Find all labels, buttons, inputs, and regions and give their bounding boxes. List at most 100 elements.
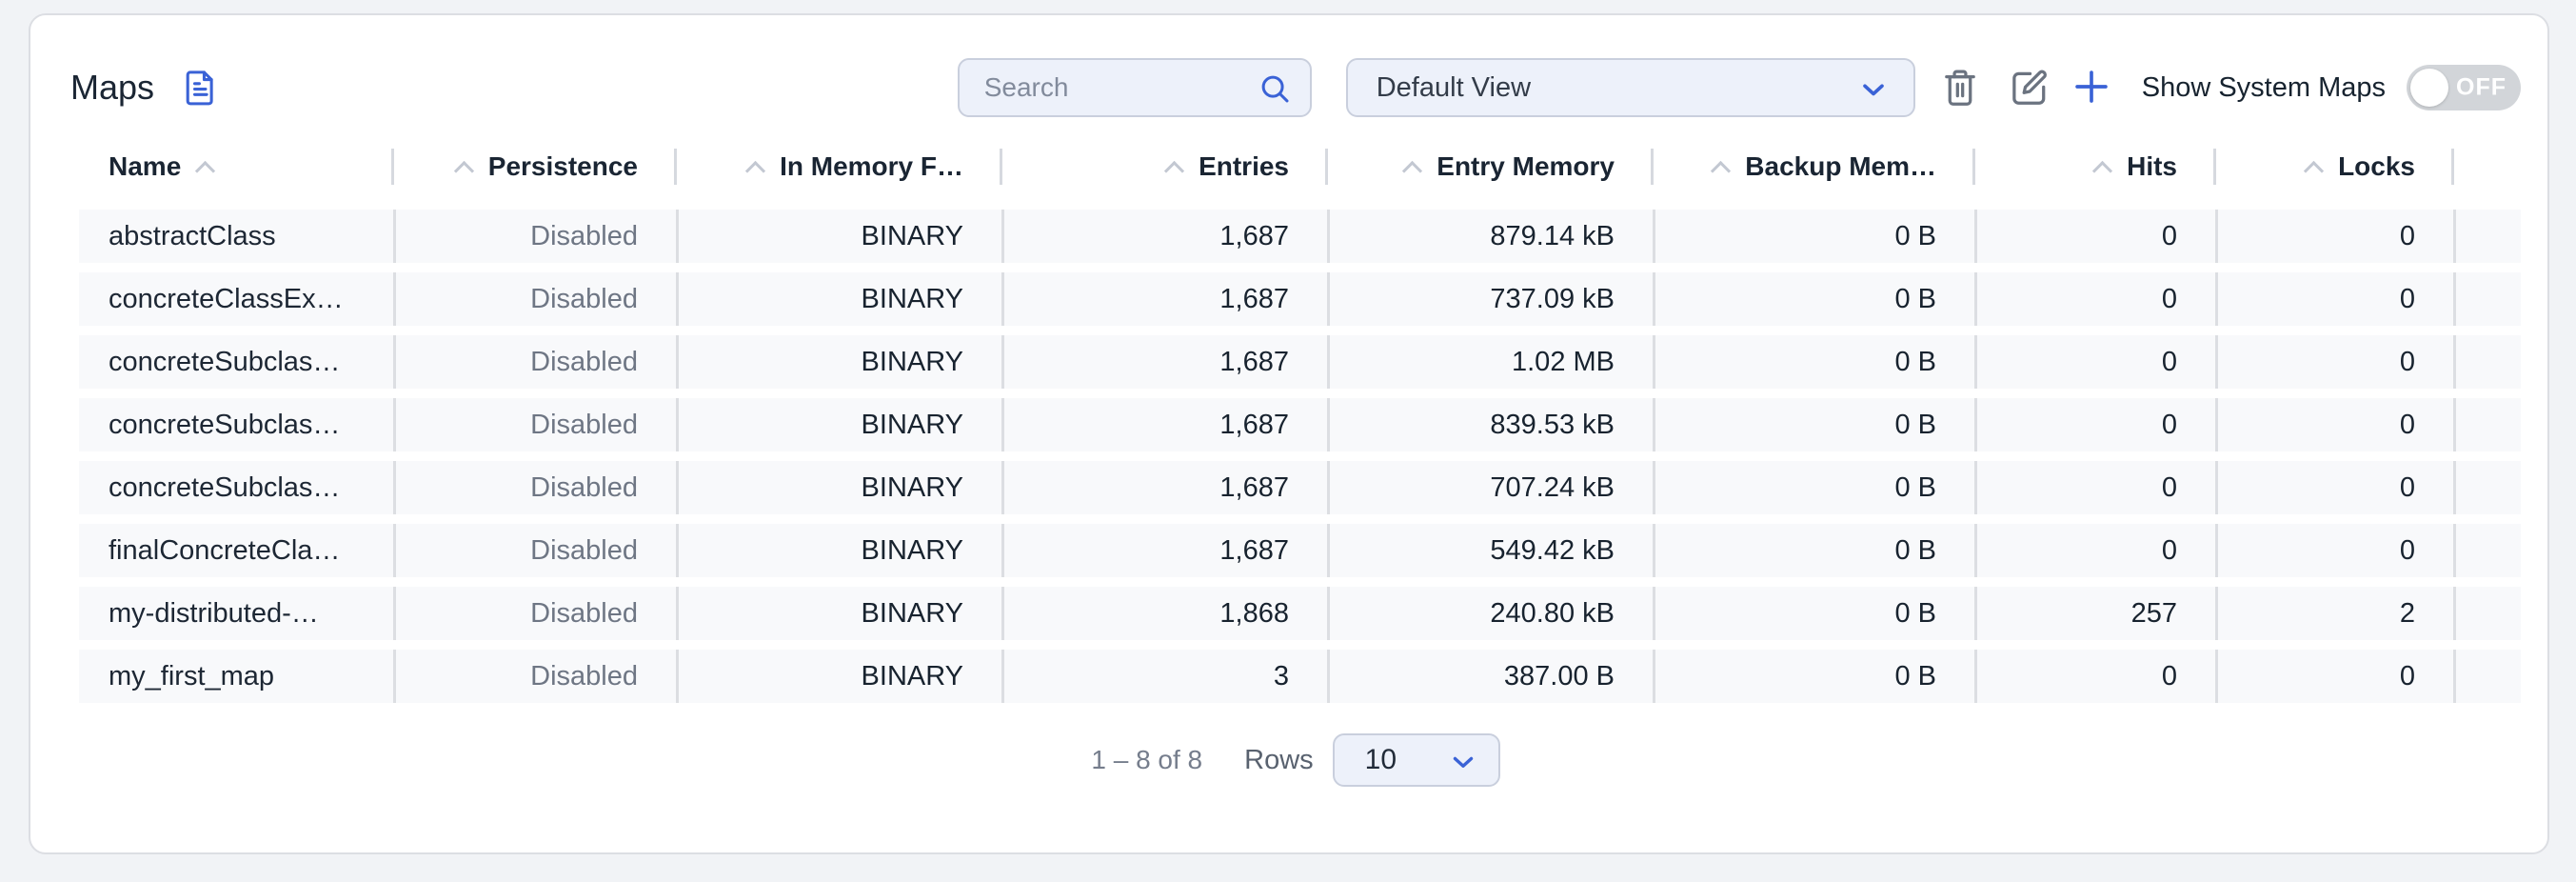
cell-hits: 0 bbox=[1974, 398, 2215, 451]
cell-backup-mem: 0 B bbox=[1653, 524, 1974, 577]
column-header-entry-memory[interactable]: Entry Memory bbox=[1327, 137, 1653, 196]
cell-hits: 0 bbox=[1974, 650, 2215, 703]
column-header-name[interactable]: Name bbox=[79, 137, 393, 196]
cell-persistence: Disabled bbox=[393, 461, 676, 514]
cell-name: finalConcreteCla… bbox=[79, 524, 393, 577]
toggle-knob bbox=[2410, 69, 2448, 107]
cell-entries: 3 bbox=[1001, 650, 1327, 703]
search-icon[interactable] bbox=[1257, 70, 1293, 107]
page-title: Maps bbox=[70, 68, 154, 108]
cell-locks: 0 bbox=[2215, 398, 2453, 451]
cell-in-memory-f: BINARY bbox=[676, 587, 1001, 640]
cell-backup-mem: 0 B bbox=[1653, 650, 1974, 703]
maps-table: NamePersistenceIn Memory F…Entries Entry … bbox=[79, 137, 2521, 703]
column-header-locks[interactable]: Locks bbox=[2215, 137, 2453, 196]
cell-backup-mem: 0 B bbox=[1653, 587, 1974, 640]
cell-name: concreteSubclas… bbox=[79, 335, 393, 389]
column-header-entries[interactable]: Entries bbox=[1001, 137, 1327, 196]
cell-spacer bbox=[2453, 587, 2521, 640]
cell-name: my_first_map bbox=[79, 650, 393, 703]
sort-caret-icon bbox=[454, 160, 474, 180]
cell-entries: 1,687 bbox=[1001, 398, 1327, 451]
cell-name: my-distributed-… bbox=[79, 587, 393, 640]
cell-name: concreteClassEx… bbox=[79, 272, 393, 326]
toolbar-controls: Default View bbox=[958, 58, 2521, 117]
table-header: NamePersistenceIn Memory F…Entries Entry … bbox=[79, 137, 2521, 196]
cell-name: abstractClass bbox=[79, 210, 393, 263]
cell-in-memory-f: BINARY bbox=[676, 650, 1001, 703]
cell-locks: 0 bbox=[2215, 524, 2453, 577]
cell-spacer bbox=[2453, 650, 2521, 703]
table-row[interactable]: my_first_mapDisabledBINARY3387.00 B0 B00 bbox=[79, 650, 2521, 703]
table-row[interactable]: concreteSubclas…DisabledBINARY1,687839.5… bbox=[79, 398, 2521, 451]
cell-entry-memory: 879.14 kB bbox=[1327, 210, 1653, 263]
cell-hits: 0 bbox=[1974, 524, 2215, 577]
cell-in-memory-f: BINARY bbox=[676, 272, 1001, 326]
sort-caret-icon bbox=[1711, 160, 1731, 180]
maps-panel: Maps Default Vi bbox=[29, 13, 2549, 854]
plus-icon bbox=[2070, 65, 2113, 111]
cell-locks: 0 bbox=[2215, 335, 2453, 389]
column-label: Backup Mem… bbox=[1745, 151, 1936, 182]
table-row[interactable]: my-distributed-…DisabledBINARY1,868240.8… bbox=[79, 587, 2521, 640]
table-row[interactable]: finalConcreteCla…DisabledBINARY1,687549.… bbox=[79, 524, 2521, 577]
cell-entries: 1,687 bbox=[1001, 524, 1327, 577]
pagination-range: 1 – 8 of 8 bbox=[1091, 745, 1202, 775]
table-row[interactable]: abstractClassDisabledBINARY1,687879.14 k… bbox=[79, 210, 2521, 263]
cell-in-memory-f: BINARY bbox=[676, 210, 1001, 263]
cell-entry-memory: 549.42 kB bbox=[1327, 524, 1653, 577]
column-header-hits[interactable]: Hits bbox=[1974, 137, 2215, 196]
search-box bbox=[958, 58, 1312, 117]
column-label: Hits bbox=[2127, 151, 2177, 182]
cell-entries: 1,687 bbox=[1001, 272, 1327, 326]
cell-persistence: Disabled bbox=[393, 210, 676, 263]
cell-backup-mem: 0 B bbox=[1653, 335, 1974, 389]
table-row[interactable]: concreteClassEx…DisabledBINARY1,687737.0… bbox=[79, 272, 2521, 326]
table-row[interactable]: concreteSubclas…DisabledBINARY1,6871.02 … bbox=[79, 335, 2521, 389]
cell-in-memory-f: BINARY bbox=[676, 398, 1001, 451]
cell-spacer bbox=[2453, 524, 2521, 577]
column-label: Locks bbox=[2338, 151, 2415, 182]
table-row[interactable]: concreteSubclas…DisabledBINARY1,687707.2… bbox=[79, 461, 2521, 514]
cell-spacer bbox=[2453, 398, 2521, 451]
cell-backup-mem: 0 B bbox=[1653, 461, 1974, 514]
rows-per-page-select[interactable]: 10 bbox=[1333, 733, 1500, 787]
cell-in-memory-f: BINARY bbox=[676, 524, 1001, 577]
view-select[interactable]: Default View bbox=[1346, 58, 1915, 117]
cell-locks: 0 bbox=[2215, 461, 2453, 514]
cell-persistence: Disabled bbox=[393, 335, 676, 389]
cell-hits: 0 bbox=[1974, 335, 2215, 389]
cell-name: concreteSubclas… bbox=[79, 461, 393, 514]
column-header-backup-mem[interactable]: Backup Mem… bbox=[1653, 137, 1974, 196]
cell-backup-mem: 0 B bbox=[1653, 272, 1974, 326]
cell-spacer bbox=[2453, 335, 2521, 389]
rows-per-page-label: Rows bbox=[1244, 745, 1314, 776]
show-system-maps-label: Show System Maps bbox=[2142, 72, 2386, 104]
trash-icon bbox=[1938, 65, 1982, 111]
column-header-persistence[interactable]: Persistence bbox=[393, 137, 676, 196]
cell-entries: 1,687 bbox=[1001, 461, 1327, 514]
delete-button[interactable] bbox=[1938, 65, 1982, 111]
toggle-state-label: OFF bbox=[2456, 74, 2507, 102]
cell-persistence: Disabled bbox=[393, 524, 676, 577]
cell-spacer bbox=[2453, 272, 2521, 326]
cell-hits: 0 bbox=[1974, 210, 2215, 263]
sort-caret-icon bbox=[195, 160, 215, 180]
cell-locks: 0 bbox=[2215, 650, 2453, 703]
cell-entry-memory: 707.24 kB bbox=[1327, 461, 1653, 514]
pagination: 1 – 8 of 8 Rows 10 bbox=[70, 733, 2521, 787]
column-label: Entry Memory bbox=[1437, 151, 1615, 182]
cell-persistence: Disabled bbox=[393, 587, 676, 640]
cell-entry-memory: 839.53 kB bbox=[1327, 398, 1653, 451]
sort-caret-icon bbox=[745, 160, 765, 180]
column-header-in-memory-f[interactable]: In Memory F… bbox=[676, 137, 1001, 196]
rows-per-page-value: 10 bbox=[1365, 744, 1397, 776]
cell-spacer bbox=[2453, 210, 2521, 263]
cell-entry-memory: 387.00 B bbox=[1327, 650, 1653, 703]
cell-persistence: Disabled bbox=[393, 272, 676, 326]
column-header-spacer bbox=[2453, 137, 2521, 196]
show-system-maps-toggle[interactable]: OFF bbox=[2407, 65, 2521, 110]
add-button[interactable] bbox=[2070, 65, 2113, 111]
edit-button[interactable] bbox=[2007, 65, 2051, 111]
cell-locks: 0 bbox=[2215, 272, 2453, 326]
